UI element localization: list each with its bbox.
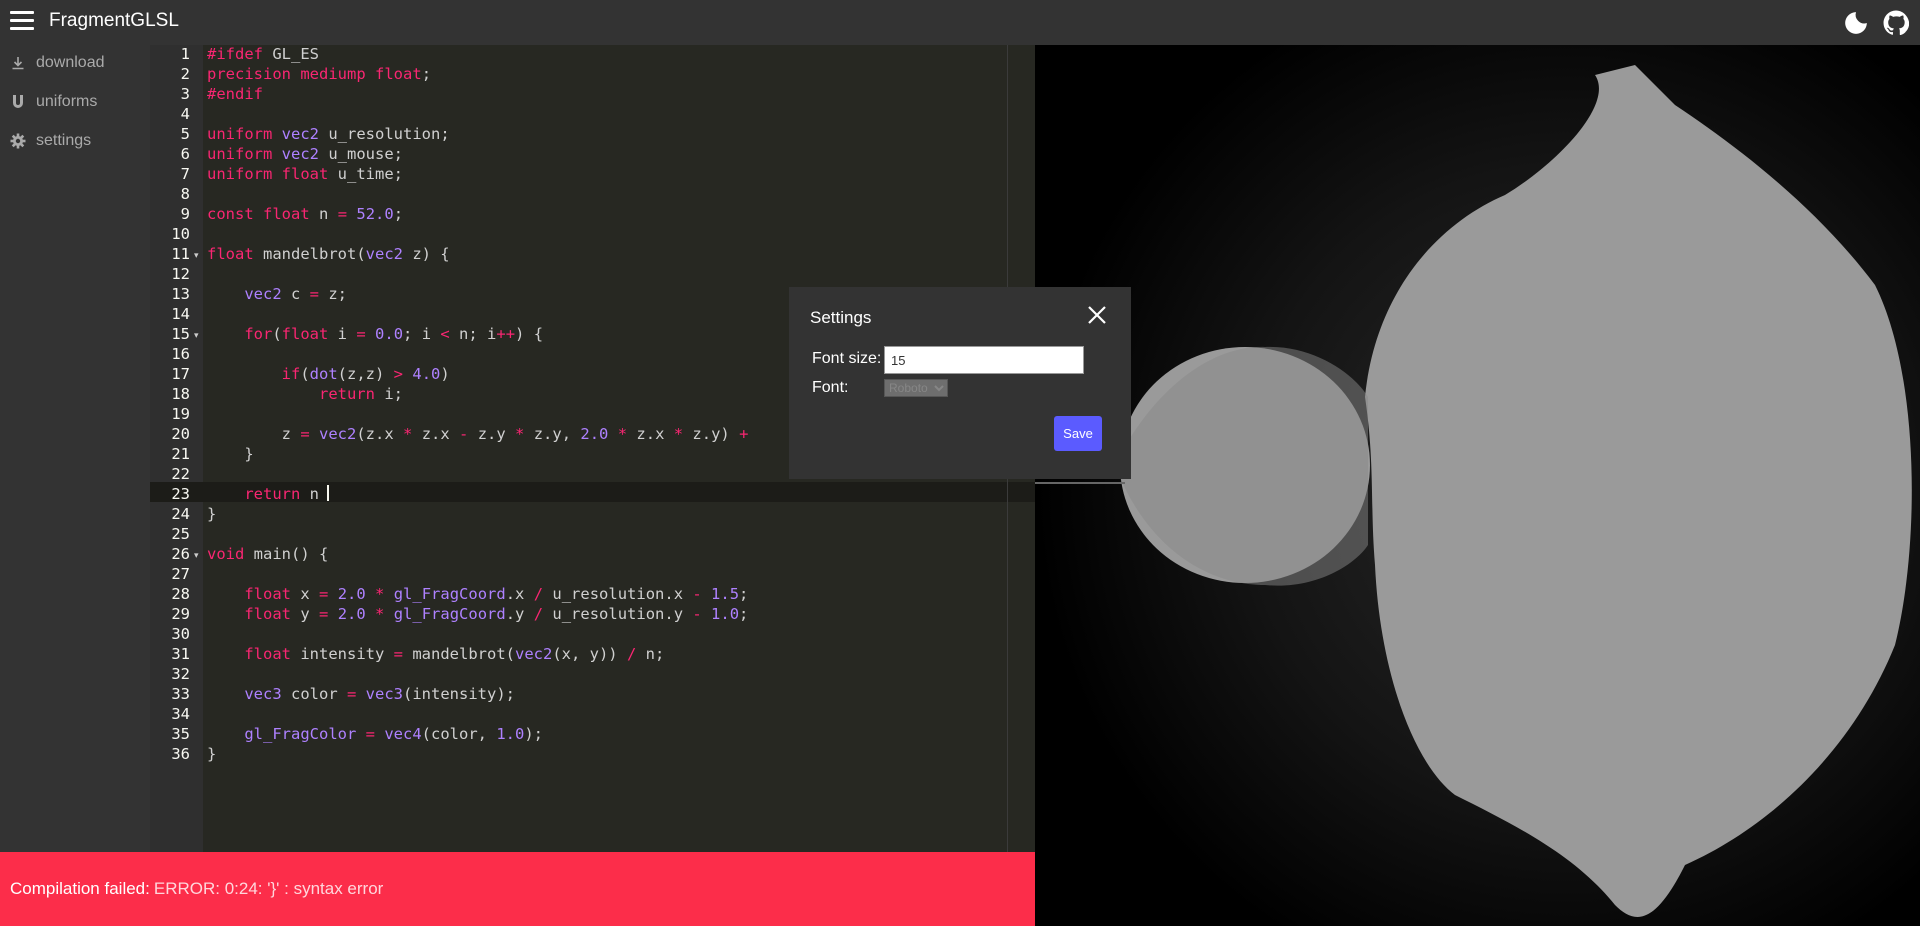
- shader-preview-canvas[interactable]: [1035, 45, 1920, 926]
- line-number: 11: [171, 245, 190, 263]
- code-line: uniform vec2 u_mouse;: [207, 145, 403, 163]
- font-label: Font:: [812, 379, 849, 396]
- code-line: if(dot(z,z) > 4.0): [281, 365, 450, 383]
- error-label: Compilation failed:: [10, 879, 150, 898]
- line-number: 4: [180, 105, 190, 123]
- fold-toggle-icon[interactable]: ▾: [194, 550, 199, 561]
- gear-icon: [0, 133, 36, 149]
- code-line: uniform float u_time;: [207, 165, 403, 183]
- error-message: ERROR: 0:24: '}' : syntax error: [153, 879, 384, 898]
- code-line: }: [207, 745, 217, 763]
- code-line: uniform vec2 u_resolution;: [207, 125, 450, 143]
- code-line: #endif: [207, 85, 263, 103]
- line-number: 8: [180, 185, 190, 203]
- code-line: z = vec2(z.x * z.x - z.y * z.y, 2.0 * z.…: [207, 425, 749, 443]
- code-line: vec2 c = z;: [244, 285, 347, 303]
- top-bar: FragmentGLSL: [0, 0, 1920, 45]
- fold-toggle-icon[interactable]: ▾: [194, 330, 199, 341]
- line-number: 21: [171, 445, 190, 463]
- download-icon: [0, 56, 36, 70]
- line-number: 29: [171, 605, 190, 623]
- code-line: void main() {: [207, 545, 329, 563]
- line-number: 25: [171, 525, 190, 543]
- line-number: 14: [171, 305, 190, 323]
- code-line: gl_FragColor = vec4(color, 1.0);: [244, 725, 543, 743]
- line-number: 26: [171, 545, 190, 563]
- code-line: float mandelbrot(vec2 z) {: [207, 245, 450, 263]
- mandelbrot-render: [1035, 45, 1920, 926]
- line-number: 32: [171, 665, 190, 683]
- line-number: 31: [171, 645, 190, 663]
- code-line: return n: [244, 485, 319, 503]
- sidebar-item-settings[interactable]: settings: [0, 123, 150, 159]
- line-number: 15: [171, 325, 190, 343]
- line-number: 20: [171, 425, 190, 443]
- code-line: const float n = 52.0;: [207, 205, 404, 223]
- fold-toggle-icon[interactable]: ▾: [194, 250, 199, 261]
- sidebar: download uniforms settings: [0, 45, 150, 852]
- line-number: 33: [171, 685, 190, 703]
- line-number: 36: [171, 745, 190, 763]
- uniforms-u-icon: [0, 94, 36, 110]
- code-line: return i;: [318, 385, 403, 403]
- font-size-label: Font size:: [812, 350, 882, 367]
- code-line: }: [207, 445, 254, 463]
- line-number: 13: [171, 285, 190, 303]
- settings-modal: Settings Font size: Font: Roboto Save: [789, 287, 1131, 479]
- line-number: 22: [171, 465, 190, 483]
- line-number: 10: [171, 225, 190, 243]
- line-number: 17: [171, 365, 190, 383]
- sidebar-item-uniforms[interactable]: uniforms: [0, 84, 150, 120]
- sidebar-item-label: settings: [36, 132, 92, 149]
- line-number: 30: [171, 625, 190, 643]
- line-number: 6: [180, 145, 190, 163]
- line-number: 1: [180, 45, 190, 63]
- close-icon[interactable]: [1085, 303, 1109, 327]
- line-number: 12: [171, 265, 190, 283]
- github-icon[interactable]: [1883, 10, 1909, 36]
- compilation-error-bar: Compilation failed: ERROR: 0:24: '}' : s…: [0, 852, 1035, 926]
- line-number: 28: [171, 585, 190, 603]
- code-line: float x = 2.0 * gl_FragCoord.x / u_resol…: [244, 585, 749, 603]
- line-number: 18: [171, 385, 190, 403]
- line-number: 9: [180, 205, 190, 223]
- line-number: 23: [171, 485, 190, 503]
- line-number: 27: [171, 565, 190, 583]
- line-number: 2: [180, 65, 190, 83]
- app-title: FragmentGLSL: [49, 10, 179, 31]
- font-select[interactable]: Roboto: [884, 379, 948, 397]
- save-button[interactable]: Save: [1054, 416, 1102, 451]
- sidebar-item-download[interactable]: download: [0, 45, 150, 81]
- line-number: 5: [180, 125, 190, 143]
- modal-title: Settings: [810, 308, 872, 327]
- line-number: 35: [171, 725, 190, 743]
- line-number: 3: [180, 85, 190, 103]
- code-line: float intensity = mandelbrot(vec2(x, y))…: [244, 645, 665, 663]
- menu-icon[interactable]: [10, 11, 34, 33]
- line-number: 16: [171, 345, 190, 363]
- moon-icon[interactable]: [1843, 10, 1869, 36]
- code-line: precision mediump float;: [207, 65, 432, 83]
- code-line: for(float i = 0.0; i < n; i++) {: [244, 325, 544, 343]
- line-number: 19: [171, 405, 190, 423]
- code-line: #ifdef GL_ES: [207, 45, 319, 63]
- line-number: 24: [171, 505, 190, 523]
- text-cursor: [327, 485, 329, 501]
- code-line: }: [207, 505, 217, 523]
- sidebar-item-label: uniforms: [36, 93, 98, 110]
- line-number: 7: [180, 165, 190, 183]
- font-size-input[interactable]: [884, 346, 1084, 374]
- line-number: 34: [171, 705, 190, 723]
- sidebar-item-label: download: [36, 54, 105, 71]
- code-line: vec3 color = vec3(intensity);: [244, 685, 515, 703]
- code-line: float y = 2.0 * gl_FragCoord.y / u_resol…: [244, 605, 749, 623]
